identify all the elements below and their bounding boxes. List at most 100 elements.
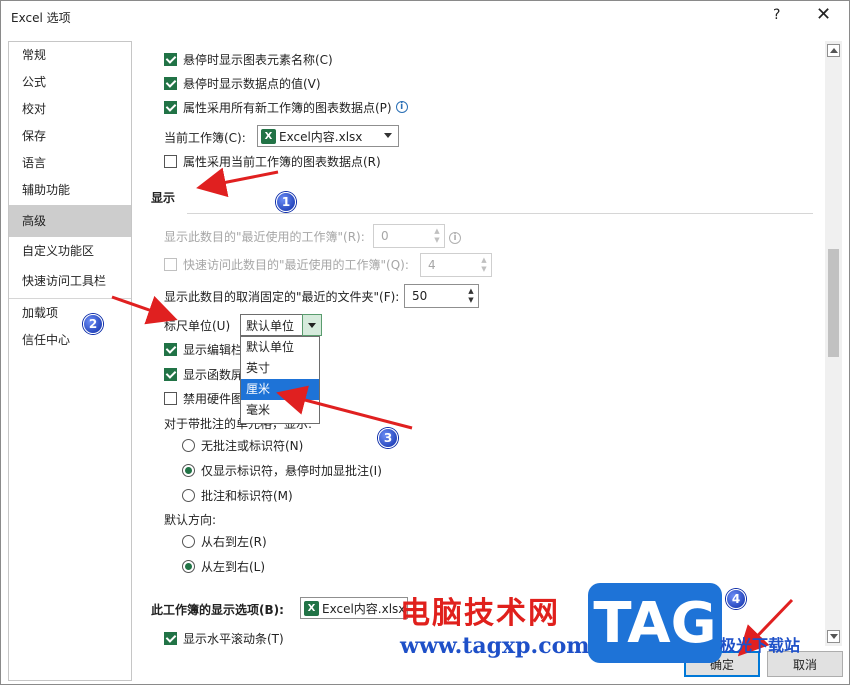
select-value: Excel内容.xlsx xyxy=(322,601,406,616)
spinner-value: 4 xyxy=(428,258,436,272)
annotation-badge-1: 1 xyxy=(276,192,296,212)
option-label: 悬停时显示图表元素名称(C) xyxy=(183,52,333,67)
option-label: 属性采用所有新工作簿的图表数据点(P) xyxy=(183,100,392,115)
checkbox[interactable] xyxy=(164,367,177,381)
watermark-url: www.tagxp.com xyxy=(400,633,590,659)
option-label: 悬停时显示数据点的值(V) xyxy=(183,76,321,91)
dropdown-option-inches[interactable]: 英寸 xyxy=(241,358,319,379)
recent-workbooks-spinner[interactable]: 0 ▲ ▼ xyxy=(373,224,445,248)
sidebar-item-general[interactable]: 常规 xyxy=(9,42,131,69)
sidebar-item-addins[interactable]: 加载项 xyxy=(9,300,131,327)
radio-button[interactable] xyxy=(182,534,195,548)
select-value: Excel内容.xlsx xyxy=(279,129,363,144)
option-show-function-tips[interactable]: 显示函数屏 xyxy=(164,364,243,384)
unpinned-folders-label: 显示此数目的取消固定的"最近的文件夹"(F): xyxy=(164,286,399,306)
checkbox[interactable] xyxy=(164,76,177,90)
option-disable-hardware-acceleration[interactable]: 禁用硬件图 xyxy=(164,388,243,408)
chevron-down-icon xyxy=(384,133,392,138)
sidebar-item-language[interactable]: 语言 xyxy=(9,150,131,177)
checkbox[interactable] xyxy=(164,100,177,114)
current-workbook-label: 当前工作簿(C): xyxy=(164,130,246,145)
spinner-value: 50 xyxy=(412,289,428,303)
checkbox[interactable] xyxy=(164,391,177,405)
scroll-up-icon[interactable] xyxy=(827,44,840,57)
display-section-title: 显示 xyxy=(151,191,176,205)
options-sidebar: 常规 公式 校对 保存 语言 辅助功能 高级 自定义功能区 快速访问工具栏 加载… xyxy=(8,41,132,681)
window-title: Excel 选项 xyxy=(11,11,71,25)
title-bar: Excel 选项 ? ✕ xyxy=(1,1,849,33)
option-label: 从左到右(L) xyxy=(201,559,266,574)
info-icon[interactable]: i xyxy=(395,101,408,113)
unpinned-folders-spinner[interactable]: 50 ▲ ▼ xyxy=(404,284,479,308)
option-properties-current-workbook[interactable]: 属性采用当前工作簿的图表数据点(R) xyxy=(164,151,381,171)
radio-direction-ltr[interactable]: 从左到右(L) xyxy=(182,556,265,576)
dropdown-option-default[interactable]: 默认单位 xyxy=(241,337,319,358)
section-divider xyxy=(187,213,813,214)
watermark-sub: 极光下载站 xyxy=(720,636,801,655)
spinner-value: 0 xyxy=(381,229,389,243)
checkbox[interactable] xyxy=(164,52,177,66)
quick-access-spinner[interactable]: 4 ▲ ▼ xyxy=(420,253,492,277)
checkbox[interactable] xyxy=(164,257,177,271)
sidebar-item-advanced[interactable]: 高级 xyxy=(9,205,131,237)
watermark-site-name: 电脑技术网 xyxy=(400,596,560,631)
option-properties-all-new-workbooks[interactable]: 属性采用所有新工作簿的图表数据点(P) i xyxy=(164,97,408,117)
excel-file-icon: X xyxy=(261,128,276,144)
option-label: 仅显示标识符，悬停时加显批注(I) xyxy=(201,463,382,478)
sidebar-item-customize-ribbon[interactable]: 自定义功能区 xyxy=(9,238,131,265)
sidebar-item-accessibility[interactable]: 辅助功能 xyxy=(9,177,131,204)
select-value: 默认单位 xyxy=(246,318,295,333)
option-label: 显示此数目的"最近使用的工作簿"(R): xyxy=(164,229,365,244)
dropdown-option-centimeters[interactable]: 厘米 xyxy=(241,379,319,400)
radio-button[interactable] xyxy=(182,559,195,573)
option-show-horizontal-scrollbar[interactable]: 显示水平滚动条(T) xyxy=(164,628,284,646)
option-quick-access-recent[interactable]: 快速访问此数目的"最近使用的工作簿"(Q): xyxy=(164,254,409,274)
option-label: 从右到左(R) xyxy=(201,534,267,549)
annotation-badge-4: 4 xyxy=(726,589,746,609)
sidebar-item-trust-center[interactable]: 信任中心 xyxy=(9,327,131,354)
ruler-units-select[interactable]: 默认单位 xyxy=(240,314,322,336)
chevron-down-icon[interactable] xyxy=(302,314,322,336)
option-label: 显示此数目的取消固定的"最近的文件夹"(F): xyxy=(164,289,400,304)
sidebar-item-formulas[interactable]: 公式 xyxy=(9,69,131,96)
option-show-formula-bar[interactable]: 显示编辑栏 xyxy=(164,339,243,359)
close-button[interactable]: ✕ xyxy=(816,4,831,25)
workbook-display-select[interactable]: X Excel内容.xlsx xyxy=(300,597,408,619)
radio-button[interactable] xyxy=(182,488,195,502)
scroll-down-icon[interactable] xyxy=(827,630,840,643)
radio-button[interactable] xyxy=(182,463,195,477)
checkbox[interactable] xyxy=(164,631,177,645)
ruler-units-dropdown: 默认单位 英寸 厘米 毫米 xyxy=(240,336,320,424)
spinner-buttons[interactable]: ▲ ▼ xyxy=(479,256,489,274)
option-label: 禁用硬件图 xyxy=(183,391,244,406)
advanced-options-panel: 悬停时显示图表元素名称(C) 悬停时显示数据点的值(V) 属性采用所有新工作簿的… xyxy=(133,41,825,646)
help-button[interactable]: ? xyxy=(773,7,780,23)
option-label: 显示函数屏 xyxy=(183,367,244,382)
checkbox[interactable] xyxy=(164,342,177,356)
ruler-units-label: 标尺单位(U) xyxy=(164,318,231,333)
scroll-thumb[interactable] xyxy=(828,249,839,357)
sidebar-item-quick-access-toolbar[interactable]: 快速访问工具栏 xyxy=(9,268,131,295)
radio-comments-both[interactable]: 批注和标识符(M) xyxy=(182,485,293,505)
current-workbook-select[interactable]: X Excel内容.xlsx xyxy=(257,125,399,147)
annotation-badge-2: 2 xyxy=(83,314,103,334)
radio-comments-none[interactable]: 无批注或标识符(N) xyxy=(182,435,303,455)
spinner-buttons[interactable]: ▲ ▼ xyxy=(432,227,442,245)
info-icon[interactable]: i xyxy=(449,232,461,244)
vertical-scrollbar[interactable] xyxy=(825,41,842,646)
workbook-display-section-title: 此工作簿的显示选项(B): xyxy=(151,603,284,617)
option-label: 无批注或标识符(N) xyxy=(201,438,304,453)
option-hover-data-point-values[interactable]: 悬停时显示数据点的值(V) xyxy=(164,73,321,93)
radio-comments-indicator[interactable]: 仅显示标识符，悬停时加显批注(I) xyxy=(182,460,382,480)
checkbox[interactable] xyxy=(164,154,177,168)
dropdown-option-millimeters[interactable]: 毫米 xyxy=(241,400,319,421)
sidebar-item-save[interactable]: 保存 xyxy=(9,123,131,150)
spinner-buttons[interactable]: ▲ ▼ xyxy=(466,287,476,305)
radio-direction-rtl[interactable]: 从右到左(R) xyxy=(182,531,267,551)
recent-workbooks-label: 显示此数目的"最近使用的工作簿"(R): xyxy=(164,226,365,246)
radio-button[interactable] xyxy=(182,438,195,452)
option-hover-chart-element-names[interactable]: 悬停时显示图表元素名称(C) xyxy=(164,49,333,69)
sidebar-item-proofing[interactable]: 校对 xyxy=(9,96,131,123)
option-label: 批注和标识符(M) xyxy=(201,488,293,503)
option-label: 属性采用当前工作簿的图表数据点(R) xyxy=(183,154,381,169)
